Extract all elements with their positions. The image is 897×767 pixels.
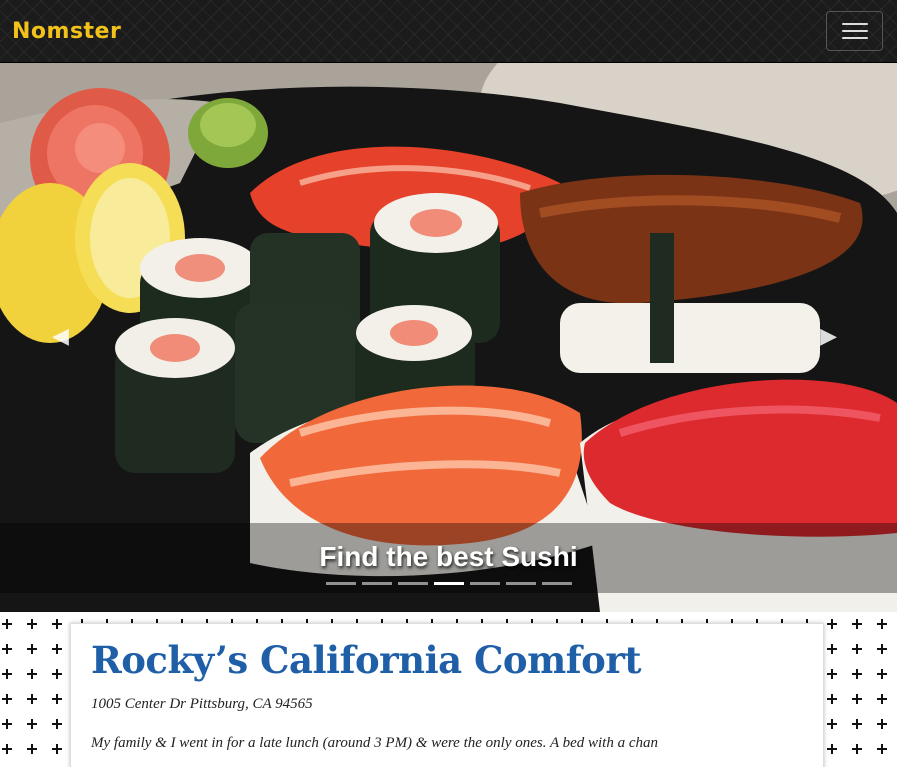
carousel-indicator[interactable] (325, 582, 356, 585)
carousel-caption: Find the best Sushi (319, 541, 578, 572)
carousel-indicator[interactable] (541, 582, 572, 585)
carousel-indicators (0, 582, 897, 585)
carousel-indicator-active[interactable] (433, 582, 464, 585)
carousel-next-button[interactable]: ▶ (820, 323, 837, 349)
restaurant-name: Rocky’s California Comfort (91, 638, 641, 682)
carousel-indicator[interactable] (469, 582, 500, 585)
restaurant-card: Rocky’s California Comfort 1005 Center D… (70, 623, 824, 767)
restaurant-description: My family & I went in for a late lunch (… (91, 735, 658, 751)
hamburger-menu-icon (841, 30, 868, 32)
hamburger-menu-icon (841, 23, 868, 25)
restaurant-address: 1005 Center Dr Pittsburg, CA 94565 (91, 696, 313, 712)
carousel-indicator[interactable] (505, 582, 536, 585)
hamburger-menu-icon (841, 37, 868, 39)
carousel-indicator[interactable] (397, 582, 428, 585)
image-carousel: ◀ ▶ Find the best Sushi (0, 63, 897, 612)
brand-logo[interactable]: Nomster (12, 19, 121, 44)
navbar-toggle-button[interactable] (826, 11, 883, 51)
carousel-prev-button[interactable]: ◀ (52, 323, 69, 349)
chevron-right-icon: ▶ (820, 323, 837, 348)
carousel-indicator[interactable] (361, 582, 392, 585)
navbar: Nomster (0, 0, 897, 63)
chevron-left-icon: ◀ (52, 323, 69, 348)
